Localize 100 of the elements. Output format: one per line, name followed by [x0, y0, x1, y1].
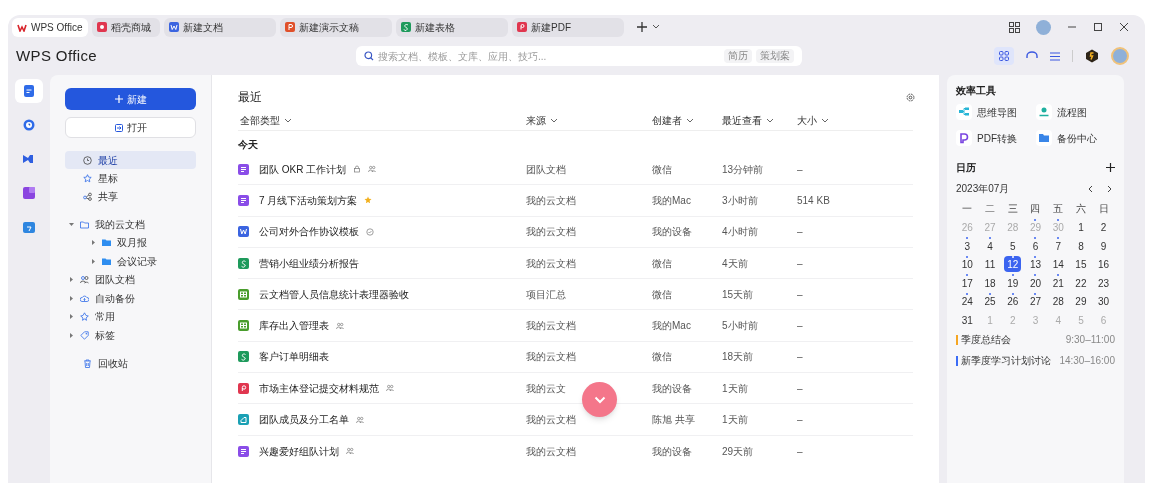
add-tab-icon[interactable]: [636, 21, 648, 33]
calendar-day[interactable]: 26: [1004, 292, 1022, 309]
nav-item[interactable]: 回收站: [65, 354, 196, 373]
file-row[interactable]: 客户订单明细表 我的云文档 微信 18天前 –: [238, 341, 913, 374]
grid-icon[interactable]: [1009, 21, 1020, 33]
calendar-day[interactable]: 15: [1072, 255, 1090, 272]
calendar-day[interactable]: 25: [981, 292, 999, 309]
calendar-day[interactable]: 23: [1095, 274, 1113, 291]
calendar-day[interactable]: 18: [981, 274, 999, 291]
calendar-day[interactable]: 27: [1027, 292, 1044, 309]
file-row[interactable]: 团队 OKR 工作计划 团队文档 微信 13分钟前 –: [238, 154, 913, 186]
calendar-day[interactable]: 30: [1095, 292, 1113, 309]
column-header[interactable]: 来源: [524, 113, 650, 128]
close-icon[interactable]: [1119, 22, 1129, 32]
tool-item[interactable]: 思维导图: [956, 104, 1036, 120]
calendar-day[interactable]: 29: [1072, 292, 1090, 309]
tab[interactable]: 新建演示文稿: [280, 17, 392, 37]
tab[interactable]: 新建表格: [396, 17, 508, 37]
apps-grid-icon[interactable]: [994, 47, 1014, 65]
tool-item[interactable]: PDF转换: [956, 130, 1036, 146]
calendar-day[interactable]: 12: [1004, 255, 1022, 272]
calendar-day[interactable]: 13: [1027, 255, 1044, 272]
table-cell: 3小时前: [722, 194, 758, 206]
chevron-right-icon[interactable]: [1107, 184, 1112, 193]
document-icon[interactable]: [15, 79, 43, 103]
collapsed-triangle-icon[interactable]: [91, 258, 96, 264]
calendar-day[interactable]: 17: [958, 274, 976, 291]
tool-item[interactable]: 备份中心: [1035, 130, 1115, 146]
calendar-day[interactable]: 28: [1049, 292, 1067, 309]
collapsed-triangle-icon[interactable]: [69, 295, 74, 301]
file-row[interactable]: 7 月线下活动策划方案 我的云文档 我的Mac 3小时前 514 KB: [238, 185, 913, 217]
nav-item[interactable]: 星标: [65, 169, 196, 187]
calendar-day[interactable]: 9: [1095, 237, 1113, 254]
calendar-day[interactable]: 22: [1072, 274, 1090, 291]
search-chip[interactable]: 简历: [724, 49, 752, 63]
calendar-day[interactable]: 10: [958, 255, 976, 272]
calendar-day[interactable]: 21: [1049, 274, 1067, 291]
table-cell: 我的Mac: [652, 320, 691, 332]
file-row[interactable]: 公司对外合作协议模板 我的云文档 我的设备 4小时前 –: [238, 216, 913, 248]
calendar-day[interactable]: 20: [1027, 274, 1044, 291]
column-header[interactable]: 大小: [795, 113, 855, 128]
table-cell: 我的云文档: [526, 414, 576, 425]
collapsed-triangle-icon[interactable]: [69, 314, 74, 320]
tree-item[interactable]: 我的云文档: [65, 215, 196, 234]
calendar-day[interactable]: 7: [1049, 237, 1067, 254]
calendar-day[interactable]: 16: [1095, 255, 1113, 272]
file-row[interactable]: 营销小组业绩分析报告 我的云文档 微信 4天前 –: [238, 247, 913, 280]
calendar-day[interactable]: 5: [1004, 237, 1022, 254]
calendar-day[interactable]: 19: [1004, 274, 1022, 291]
calendar-day[interactable]: 8: [1072, 237, 1090, 254]
calendar-day[interactable]: 14: [1049, 255, 1067, 272]
collapsed-triangle-icon[interactable]: [91, 240, 96, 246]
tree-item[interactable]: 双月报: [65, 233, 196, 252]
app-logo: WPS Office: [16, 45, 98, 66]
scroll-down-button[interactable]: [582, 382, 617, 417]
column-header[interactable]: 创建者: [650, 113, 720, 128]
nav-item[interactable]: 最近: [65, 151, 196, 169]
collapsed-triangle-icon[interactable]: [69, 332, 74, 338]
file-row[interactable]: 云文档管人员信息统计表理器验收 项目汇总 微信 15天前 –: [238, 279, 913, 311]
search-field[interactable]: 搜索文档、模板、文库、应用、技巧... 简历 策划案: [356, 46, 802, 66]
badge-icon[interactable]: [1085, 49, 1099, 63]
tree-item[interactable]: 会议记录: [65, 252, 196, 271]
table-cell: –: [797, 288, 803, 300]
table-cell: 我的云文档: [526, 320, 576, 332]
table-cell: 15天前: [722, 288, 754, 300]
tab[interactable]: 新建文档: [164, 17, 276, 37]
menu-icon[interactable]: [1050, 51, 1060, 61]
event-title[interactable]: 新季度学习计划讨论: [961, 353, 1051, 368]
column-header[interactable]: 最近查看: [720, 113, 795, 128]
add-icon[interactable]: [1106, 163, 1115, 172]
clock-icon: [83, 155, 92, 165]
chevron-down-icon[interactable]: [652, 24, 660, 30]
tab[interactable]: 稻壳商城: [92, 17, 160, 37]
calendar-day[interactable]: 2: [1095, 218, 1113, 235]
tree-item[interactable]: 团队文档: [65, 270, 196, 289]
new-button[interactable]: 新建: [65, 88, 196, 110]
open-button[interactable]: 打开: [65, 117, 196, 138]
tool-item[interactable]: 流程图: [1035, 104, 1115, 120]
column-header[interactable]: 全部类型: [238, 113, 524, 128]
calendar-day[interactable]: 31: [958, 311, 976, 328]
calendar-day[interactable]: 3: [958, 237, 976, 254]
tab[interactable]: 新建PDF: [512, 17, 624, 37]
collapsed-triangle-icon[interactable]: [69, 277, 74, 283]
calendar-day[interactable]: 11: [981, 255, 999, 272]
file-row[interactable]: 兴趣爱好组队计划 我的云文档 我的设备 29天前 –: [238, 435, 913, 467]
nav-item[interactable]: 共享: [65, 187, 196, 205]
tree-item[interactable]: 自动备份: [65, 289, 196, 308]
calendar-day[interactable]: 24: [958, 292, 976, 309]
maximize-icon[interactable]: [1093, 22, 1103, 32]
calendar-day[interactable]: 6: [1027, 237, 1044, 254]
chevron-left-icon[interactable]: [1088, 184, 1093, 193]
file-row[interactable]: 库存出入管理表 我的云文档 我的Mac 5小时前 –: [238, 310, 913, 342]
event-title[interactable]: 季度总结会: [961, 332, 1011, 347]
expanded-triangle-icon[interactable]: [69, 221, 74, 227]
tree-item[interactable]: 常用: [65, 307, 196, 326]
calendar-day[interactable]: 1: [1072, 218, 1090, 235]
tree-item[interactable]: 标签: [65, 326, 196, 345]
calendar-day[interactable]: 4: [981, 237, 999, 254]
settings-icon[interactable]: [906, 92, 915, 102]
tab[interactable]: WPS Office: [12, 17, 88, 37]
